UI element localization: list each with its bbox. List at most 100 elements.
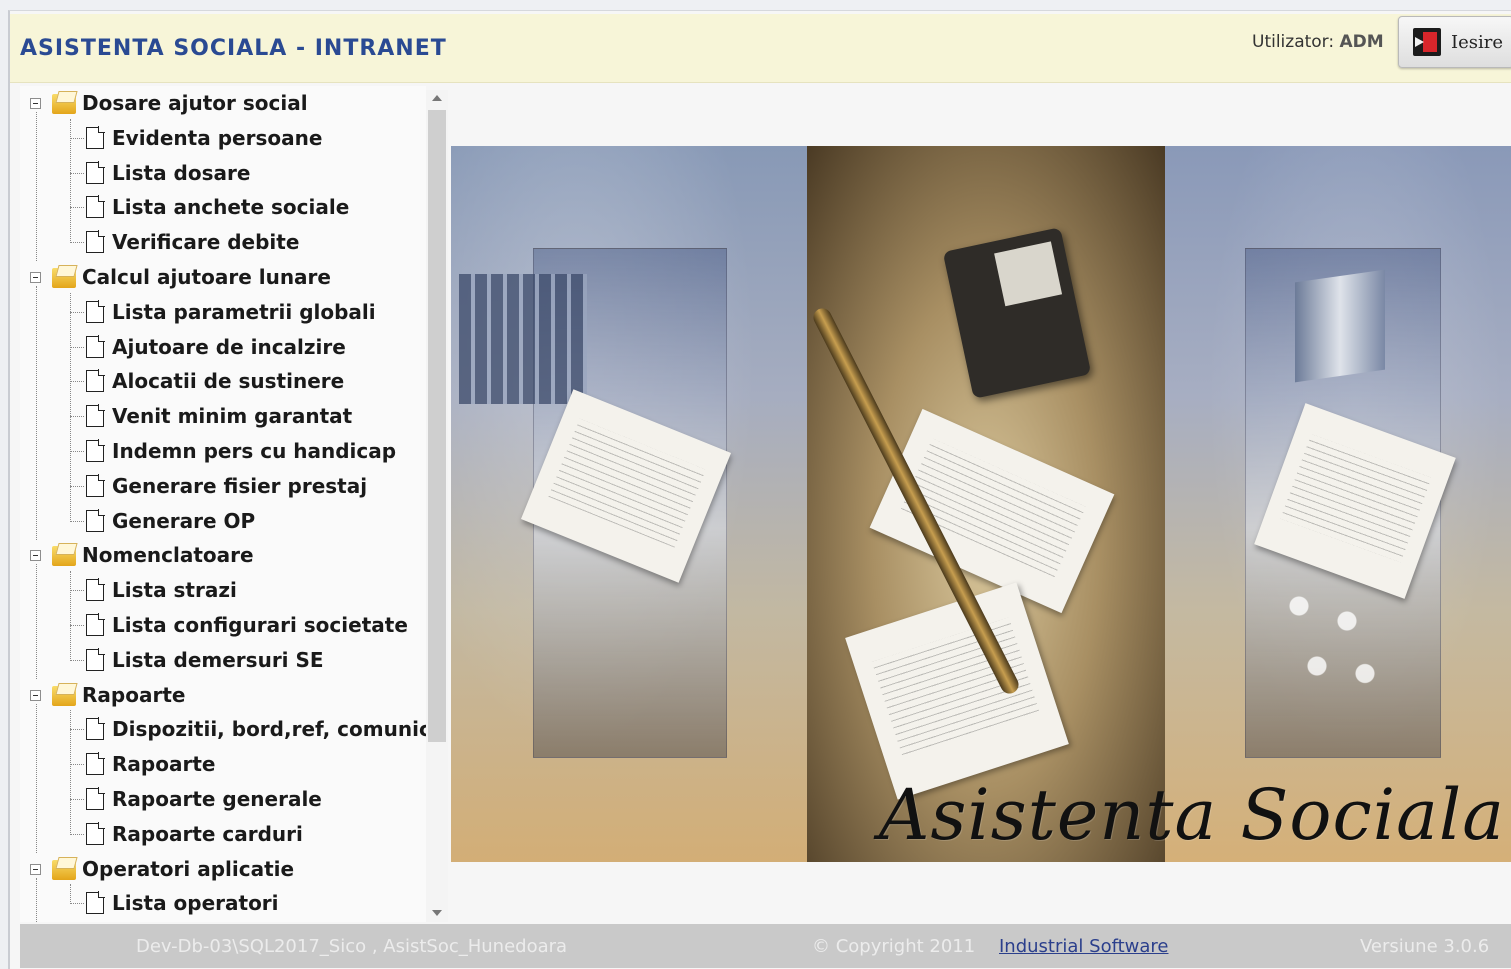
card-decoration bbox=[869, 408, 1115, 614]
footer-copyright: © Copyright 2011 bbox=[812, 936, 976, 957]
tree-connector bbox=[36, 877, 37, 922]
tree-item-label: Lista strazi bbox=[112, 578, 237, 603]
tree-item[interactable]: Ajutoare de incalzire bbox=[86, 332, 346, 362]
footer-bar: Dev-Db-03\SQL2017_Sico , AsistSoc_Hunedo… bbox=[20, 924, 1511, 968]
document-icon bbox=[86, 647, 105, 671]
tree-item-label: Lista dosare bbox=[112, 160, 251, 185]
tree-item-label: Verificare debite bbox=[112, 230, 300, 255]
tree-item[interactable]: Rapoarte bbox=[86, 749, 215, 779]
exit-door-icon bbox=[1413, 28, 1441, 56]
tree-item[interactable]: Rapoarte generale bbox=[86, 784, 322, 814]
document-icon bbox=[86, 473, 105, 497]
tree-item[interactable]: Evidenta persoane bbox=[86, 123, 322, 153]
tree-item[interactable]: Indemn pers cu handicap bbox=[86, 436, 396, 466]
tree-folder[interactable]: Rapoarte bbox=[26, 680, 185, 710]
document-icon bbox=[86, 613, 105, 636]
tree-item-label: Lista parametrii globali bbox=[112, 299, 376, 324]
tree-item[interactable]: Lista parametrii globali bbox=[86, 297, 376, 327]
tree-folder[interactable]: Operatori aplicatie bbox=[26, 854, 294, 884]
tree-connector bbox=[70, 520, 84, 522]
collapse-toggle-icon[interactable] bbox=[30, 550, 41, 562]
document-icon bbox=[86, 369, 105, 393]
tree-connector bbox=[70, 242, 84, 244]
tree-item-label: Lista demersuri SE bbox=[112, 647, 324, 672]
tree-item[interactable]: Lista dosare bbox=[86, 158, 250, 188]
collapse-toggle-icon[interactable] bbox=[30, 272, 41, 283]
tree-item[interactable]: Rapoarte carduri bbox=[86, 819, 303, 849]
tree-item-label: Lista operatori bbox=[112, 891, 279, 916]
logout-button[interactable]: Iesire bbox=[1398, 16, 1511, 68]
document-icon bbox=[86, 821, 105, 845]
collapse-toggle-icon[interactable] bbox=[30, 863, 41, 875]
tree-folder-label: Rapoarte bbox=[82, 682, 186, 707]
tree-connector bbox=[70, 292, 71, 522]
tree-item[interactable]: Lista strazi bbox=[86, 575, 237, 605]
tree-folder[interactable]: Calcul ajutoare lunare bbox=[26, 262, 331, 292]
folder-open-icon bbox=[50, 856, 78, 882]
tree-connector bbox=[36, 703, 37, 853]
collapse-toggle-icon[interactable] bbox=[30, 98, 41, 109]
banner-image: Asistenta Sociala bbox=[451, 146, 1511, 862]
tree-scrollbar[interactable] bbox=[426, 90, 448, 922]
document-icon bbox=[86, 334, 105, 358]
banner-panel-center bbox=[807, 146, 1165, 862]
tree-connector bbox=[70, 571, 71, 661]
tree-folder-label: Calcul ajutoare lunare bbox=[82, 265, 331, 289]
tree-connector bbox=[70, 118, 71, 244]
folder-open-icon bbox=[50, 264, 78, 290]
document-icon bbox=[86, 787, 105, 810]
scroll-thumb[interactable] bbox=[428, 110, 446, 742]
collapse-toggle-icon[interactable] bbox=[30, 689, 41, 701]
tree-connector bbox=[70, 833, 84, 835]
tree-connector bbox=[36, 112, 37, 262]
document-icon bbox=[86, 508, 105, 532]
tree-item[interactable]: Lista configurari societate bbox=[86, 610, 408, 640]
tree-connector bbox=[70, 485, 84, 487]
tree-item[interactable]: Lista demersuri SE bbox=[86, 645, 324, 675]
tree-folder-label: Operatori aplicatie bbox=[82, 856, 295, 881]
tree-item-label: Lista configurari societate bbox=[112, 613, 408, 637]
tree-item[interactable]: Venit minim garantat bbox=[86, 401, 352, 431]
folder-open-icon bbox=[50, 682, 78, 708]
banner-caption: Asistenta Sociala bbox=[878, 774, 1505, 856]
tree-item-label: Indemn pers cu handicap bbox=[112, 439, 397, 463]
tree-item[interactable]: Alocatii de sustinere bbox=[86, 366, 344, 396]
tree-connector bbox=[70, 903, 84, 905]
tree-item[interactable]: Dispozitii, bord,ref, comunic bbox=[86, 714, 426, 744]
tree-folder[interactable]: Dosare ajutor social bbox=[26, 88, 308, 118]
banner-panel-left bbox=[451, 146, 807, 862]
user-info: Utilizator: ADM bbox=[1252, 32, 1384, 52]
tree-item[interactable]: Lista operatori bbox=[86, 888, 279, 918]
tree-item-label: Rapoarte bbox=[112, 752, 216, 777]
tree-item[interactable]: Lista anchete sociale bbox=[86, 192, 349, 222]
tree-item[interactable]: Generare OP bbox=[86, 506, 255, 536]
user-label: Utilizator: bbox=[1252, 32, 1335, 52]
tree-connector bbox=[70, 764, 84, 766]
tree-item-label: Dispozitii, bord,ref, comunic bbox=[112, 717, 426, 742]
building-decoration bbox=[1295, 269, 1385, 383]
tree-item[interactable]: Generare fisier prestaj bbox=[86, 471, 367, 501]
tree-connector bbox=[70, 884, 71, 905]
phone-decoration bbox=[942, 227, 1092, 399]
app-title: ASISTENTA SOCIALA - INTRANET bbox=[20, 36, 447, 61]
document-icon bbox=[86, 439, 105, 462]
keypad-decoration bbox=[1275, 576, 1395, 726]
footer-database: Dev-Db-03\SQL2017_Sico , AsistSoc_Hunedo… bbox=[136, 936, 568, 957]
footer-company-link[interactable]: Industrial Software bbox=[999, 936, 1169, 957]
tree-item-label: Rapoarte carduri bbox=[112, 821, 303, 846]
document-icon bbox=[86, 195, 105, 219]
scroll-up-arrow-icon[interactable] bbox=[432, 95, 442, 101]
tree-item-label: Alocatii de sustinere bbox=[112, 369, 345, 394]
tree-connector bbox=[36, 286, 37, 540]
scroll-down-arrow-icon[interactable] bbox=[432, 910, 442, 916]
document-icon bbox=[86, 125, 105, 149]
tree-folder[interactable]: Nomenclatoare bbox=[26, 540, 254, 570]
tree-item[interactable]: Verificare debite bbox=[86, 227, 299, 257]
tree-connector bbox=[70, 625, 84, 626]
tree-connector bbox=[70, 381, 84, 383]
header-bar: ASISTENTA SOCIALA - INTRANET Utilizator:… bbox=[10, 14, 1511, 83]
folder-open-icon bbox=[50, 90, 78, 116]
ledger-decoration bbox=[459, 274, 587, 404]
tree-connector bbox=[70, 451, 84, 452]
tree-folder-label: Dosare ajutor social bbox=[82, 91, 308, 115]
